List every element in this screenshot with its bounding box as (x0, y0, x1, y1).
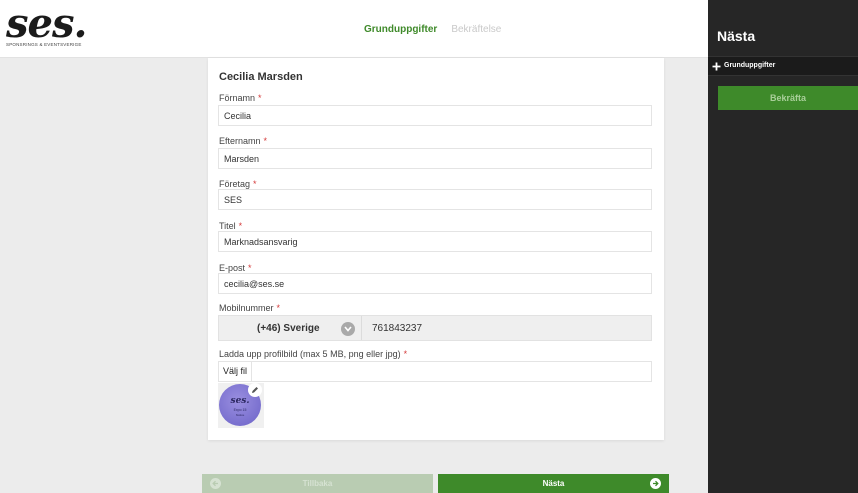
logo-wordmark: ses. (6, 0, 87, 47)
confirm-button-label: Bekräfta (769, 93, 807, 103)
arrow-right-icon (650, 478, 661, 489)
title-input[interactable]: Marknadsansvarig (218, 231, 652, 252)
phone-number-input[interactable]: 761843237 (372, 323, 422, 334)
required-marker: * (276, 303, 281, 313)
mobile-number-field: (+46) Sverige 761843237 (218, 315, 652, 341)
required-marker: * (248, 263, 252, 273)
required-marker: * (263, 136, 268, 146)
title-label-text: Titel (219, 221, 236, 231)
step-indicator: Grunduppgifter Bekräftelse (364, 24, 501, 35)
edit-pencil-icon[interactable] (248, 383, 262, 397)
first-name-label-text: Förnamn (219, 93, 256, 103)
logo-subtitle: SPONSRINGS & EVENTSVERIGE (6, 42, 82, 47)
avatar-line-1: Expo 15 (233, 408, 247, 412)
last-name-label: Efternamn * (219, 136, 267, 146)
required-marker: * (258, 93, 262, 103)
phone-divider (361, 316, 362, 340)
upload-label-text: Ladda upp profilbild (max 5 MB, png elle… (219, 349, 401, 359)
next-button[interactable]: Nästa (438, 474, 669, 493)
last-name-input[interactable]: Marsden (218, 148, 652, 169)
email-label: E-post * (219, 263, 252, 273)
sidebar-item-label: Grunduppgifter (724, 62, 776, 69)
company-label: Företag * (219, 179, 257, 189)
country-code-select[interactable]: (+46) Sverige (257, 323, 320, 334)
registration-form: Cecilia Marsden Förnamn * Cecilia Efterna… (208, 58, 664, 440)
email-label-text: E-post (219, 263, 246, 273)
required-marker: * (238, 221, 243, 231)
company-input[interactable]: SES (218, 189, 652, 210)
sidebar-title: Nästa (717, 28, 756, 44)
last-name-label-text: Efternamn (219, 136, 261, 146)
sidebar-item-grunduppgifter[interactable]: Grunduppgifter (708, 56, 858, 76)
title-label: Titel * (219, 221, 242, 231)
next-button-label: Nästa (542, 479, 565, 488)
summary-sidebar: Nästa Grunduppgifter Bekräfta (708, 0, 858, 493)
choose-file-button[interactable]: Välj fil (219, 362, 253, 381)
company-label-text: Företag (219, 179, 251, 189)
header: ses. SPONSRINGS & EVENTSVERIGE Grunduppg… (0, 0, 708, 58)
upload-label: Ladda upp profilbild (max 5 MB, png elle… (219, 349, 407, 359)
first-name-label: Förnamn * (219, 93, 262, 103)
chevron-down-icon[interactable] (341, 322, 355, 336)
step-grunduppgifter[interactable]: Grunduppgifter (364, 24, 437, 35)
avatar-logo-text: ses. (230, 396, 250, 406)
confirm-button[interactable]: Bekräfta (718, 86, 858, 110)
required-marker: * (403, 349, 408, 359)
back-button[interactable]: Tillbaka (202, 474, 433, 493)
first-name-input[interactable]: Cecilia (218, 105, 652, 126)
plus-icon (712, 62, 721, 71)
file-upload-field[interactable]: Välj fil (218, 361, 652, 382)
profile-image-preview[interactable]: ses. Expo 15 Notice (218, 383, 264, 428)
mobile-label-text: Mobilnummer (219, 303, 274, 313)
email-input[interactable]: cecilia@ses.se (218, 273, 652, 294)
avatar-line-2: Notice (235, 413, 245, 417)
ses-logo[interactable]: ses. SPONSRINGS & EVENTSVERIGE (4, 2, 94, 52)
step-bekraftelse[interactable]: Bekräftelse (451, 24, 501, 35)
required-marker: * (253, 179, 257, 189)
back-button-label: Tillbaka (302, 479, 333, 488)
person-name-heading: Cecilia Marsden (219, 71, 303, 83)
mobile-label: Mobilnummer * (219, 303, 280, 313)
